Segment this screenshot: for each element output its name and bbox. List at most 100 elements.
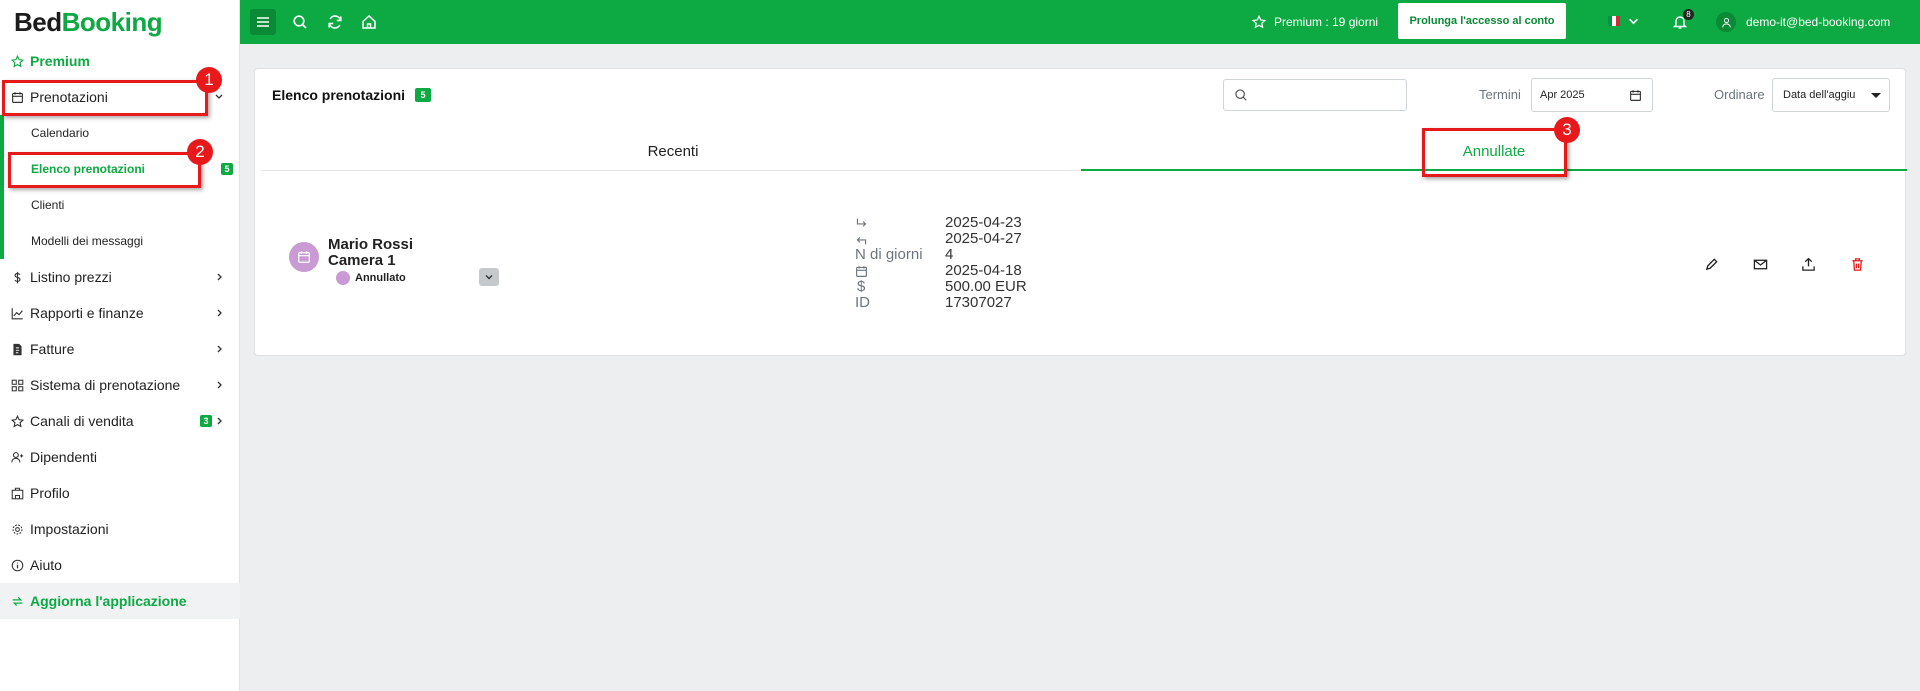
sort-select-value: Data dell'aggiu	[1783, 89, 1856, 101]
upload-icon	[1801, 257, 1815, 271]
sidebar-item-help[interactable]: Aiuto	[0, 547, 240, 583]
price-label: $	[857, 278, 866, 295]
sidebar-item-reports[interactable]: Rapporti e finanze	[0, 295, 240, 331]
date-picker[interactable]: Apr 2025	[1531, 78, 1653, 112]
tab-recent[interactable]: Recenti	[261, 133, 1085, 171]
guest-name[interactable]: Mario Rossi	[328, 237, 413, 253]
calendar-icon	[1630, 90, 1641, 101]
logo-bed: Bed	[14, 6, 62, 37]
check-in-date: 2025-04-23	[945, 214, 1022, 231]
chevron-right-icon	[217, 273, 222, 281]
sidebar-subitem-clients-label: Clienti	[31, 198, 65, 212]
user-plus-icon	[10, 450, 24, 464]
tab-cancelled[interactable]: Annullate	[1081, 133, 1907, 171]
reservation-id: 17307027	[945, 294, 1012, 311]
topbar: Premium : 19 giorni Prolunga l'accesso a…	[240, 0, 1920, 44]
delete-button[interactable]	[1845, 252, 1869, 276]
trash-icon	[1851, 257, 1863, 271]
check-out-date: 2025-04-27	[945, 230, 1022, 247]
reservation-list-card: Elenco prenotazioni 5 Termini Apr 2025 O…	[254, 68, 1907, 356]
tab-cancelled-label: Annullate	[1462, 142, 1526, 160]
sync-button[interactable]	[323, 0, 347, 44]
premium-status[interactable]: Premium : 19 giorni	[1252, 0, 1378, 44]
sidebar-subitem-calendar-label: Calendario	[31, 126, 90, 140]
info-icon	[10, 558, 24, 572]
status-text: Annullato	[355, 272, 406, 284]
user-email: demo-it@bed-booking.com	[1746, 15, 1891, 29]
tab-recent-label: Recenti	[647, 143, 699, 160]
sidebar-subitem-message-templates[interactable]: Modelli dei messaggi	[0, 223, 240, 259]
sidebar-item-booking-system[interactable]: Sistema di prenotazione	[0, 367, 240, 403]
sidebar-item-premium[interactable]: Premium	[0, 43, 240, 79]
search-button[interactable]	[288, 0, 312, 44]
grid-icon	[10, 378, 24, 392]
sort-select[interactable]: Data dell'aggiu	[1772, 78, 1890, 112]
sidebar-subitem-reservation-list[interactable]: Elenco prenotazioni 5	[0, 151, 240, 187]
sidebar-item-invoices-label: Fatture	[30, 341, 75, 357]
expand-details-button[interactable]	[479, 268, 499, 286]
sidebar-subitem-clients[interactable]: Clienti	[0, 187, 240, 223]
language-selector[interactable]	[1602, 0, 1646, 44]
search-field[interactable]	[1223, 79, 1407, 111]
nights-label: N di giorni	[855, 246, 923, 263]
logo[interactable]: Bed Booking	[0, 0, 239, 44]
hamburger-icon	[257, 17, 269, 27]
sidebar-subitem-reservation-list-label: Elenco prenotazioni	[31, 162, 146, 176]
sidebar-item-profile[interactable]: Profilo	[0, 475, 240, 511]
sidebar-item-profile-label: Profilo	[30, 485, 70, 501]
page-title: Elenco prenotazioni 5	[272, 87, 432, 103]
date-picker-value: Apr 2025	[1540, 89, 1585, 101]
sidebar-item-update-app-label: Aggiorna l'applicazione	[30, 593, 187, 609]
title-count-badge: 5	[415, 88, 432, 102]
chevron-down-icon	[1629, 18, 1638, 25]
italian-flag-icon	[1608, 16, 1620, 26]
chevron-down-icon	[485, 275, 493, 280]
menu-toggle-button[interactable]	[250, 9, 276, 35]
extend-access-button[interactable]: Prolunga l'accesso al conto	[1398, 3, 1566, 39]
sidebar-item-reservations-label: Prenotazioni	[30, 89, 108, 105]
sync-icon	[328, 15, 342, 29]
user-menu[interactable]: demo-it@bed-booking.com	[1716, 0, 1890, 44]
notifications-count-badge: 8	[1683, 9, 1694, 20]
page-title-text: Elenco prenotazioni	[272, 87, 406, 103]
gear-icon	[10, 522, 24, 536]
sidebar-item-price-list-label: Listino prezzi	[30, 269, 112, 285]
search-icon	[1235, 89, 1247, 101]
home-button[interactable]	[357, 0, 381, 44]
sidebar-item-price-list[interactable]: Listino prezzi	[0, 259, 240, 295]
sidebar-item-employees[interactable]: Dipendenti	[0, 439, 240, 475]
sidebar-item-sales-channels[interactable]: Canali di vendita 3	[0, 403, 240, 439]
notifications-button[interactable]: 8	[1668, 0, 1694, 44]
pencil-icon	[1705, 257, 1718, 270]
chevron-right-icon	[217, 417, 222, 425]
premium-status-text: Premium : 19 giorni	[1274, 15, 1379, 29]
search-input[interactable]	[1254, 88, 1394, 102]
price-value: 500.00 EUR	[945, 278, 1027, 295]
edit-button[interactable]	[1699, 252, 1723, 276]
reservation-count-badge: 5	[221, 163, 233, 175]
sidebar-subitem-calendar[interactable]: Calendario	[0, 115, 240, 151]
chevron-right-icon	[217, 381, 222, 389]
dollar-icon	[10, 270, 24, 284]
chevron-right-icon	[217, 345, 222, 353]
send-email-button[interactable]	[1748, 252, 1772, 276]
status-dot	[336, 271, 350, 285]
envelope-icon	[1753, 259, 1767, 269]
star-icon	[10, 414, 24, 428]
caret-down-icon	[1871, 93, 1881, 98]
sidebar-item-invoices[interactable]: Fatture	[0, 331, 240, 367]
chart-line-icon	[10, 306, 24, 320]
export-button[interactable]	[1796, 252, 1820, 276]
sidebar-item-settings[interactable]: Impostazioni	[0, 511, 240, 547]
sidebar-item-update-app[interactable]: Aggiorna l'applicazione	[0, 583, 240, 619]
sidebar-item-sales-channels-label: Canali di vendita	[30, 413, 134, 429]
sales-channels-badge: 3	[200, 415, 212, 427]
logo-booking: Booking	[61, 6, 163, 37]
invoice-icon	[10, 342, 24, 356]
created-date-icon	[855, 263, 868, 279]
sidebar-item-help-label: Aiuto	[30, 557, 62, 573]
room-name: Camera 1	[328, 252, 396, 269]
sidebar-item-reservations[interactable]: Prenotazioni	[0, 79, 240, 115]
created-date: 2025-04-18	[945, 262, 1022, 279]
terms-label: Termini	[1479, 87, 1521, 102]
